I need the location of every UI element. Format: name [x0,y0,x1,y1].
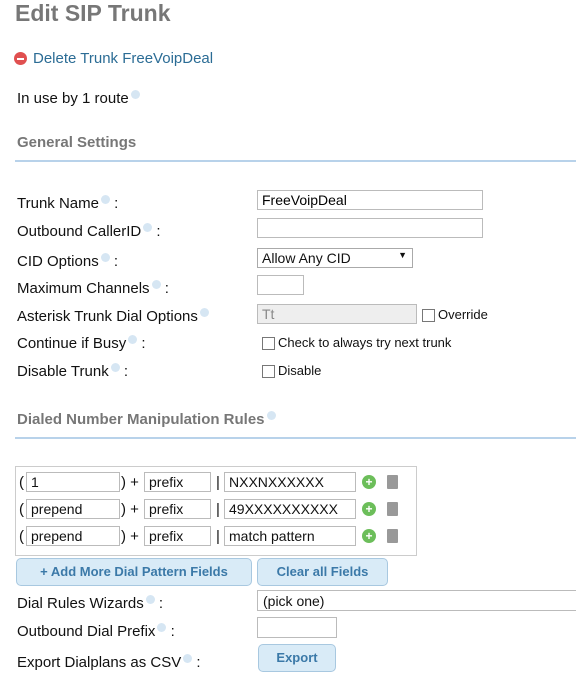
export-label: Export Dialplans as CSV : [17,654,201,671]
continue-busy-checkbox[interactable]: Check to always try next trunk [262,335,451,351]
pipe-separator: | [216,501,220,518]
help-icon[interactable] [100,195,110,204]
prepend-input[interactable]: prepend [26,499,120,519]
plus-separator: ) + [121,474,139,491]
disable-trunk-checkbox[interactable]: Disable [262,363,321,379]
match-pattern-input[interactable]: 49XXXXXXXXXX [224,499,356,519]
delete-trunk-link[interactable]: Delete Trunk FreeVoipDeal [14,50,213,67]
trash-icon[interactable] [387,502,398,516]
callerid-label: Outbound CallerID : [17,223,161,240]
export-button[interactable]: Export [258,644,336,672]
trunk-name-label: Trunk Name : [17,195,119,212]
delete-icon [14,52,27,65]
prefix-input[interactable]: prefix [144,472,211,492]
continue-busy-label: Continue if Busy : [17,335,146,352]
help-icon[interactable] [183,654,193,663]
override-checkbox[interactable]: Override [422,307,488,323]
match-pattern-input[interactable]: NXXNXXXXXX [224,472,356,492]
paren-open: ( [19,528,24,545]
dial-options-label: Asterisk Trunk Dial Options [17,308,209,325]
help-icon[interactable] [128,335,138,344]
wizards-label: Dial Rules Wizards : [17,595,164,612]
help-icon[interactable] [145,595,155,604]
paren-open: ( [19,474,24,491]
rules-heading: Dialed Number Manipulation Rules [17,411,276,428]
cid-options-label: CID Options : [17,253,119,270]
plus-separator: ) + [121,501,139,518]
trash-icon[interactable] [387,529,398,543]
help-icon[interactable] [110,363,120,372]
wizards-select[interactable]: (pick one) [257,590,576,611]
add-row-icon[interactable]: + [362,475,376,489]
plus-separator: ) + [121,528,139,545]
divider [15,160,576,162]
max-channels-input[interactable] [257,275,304,295]
dial-options-input[interactable] [257,304,417,324]
cid-options-select[interactable]: Allow Any CID ▼ [257,248,413,268]
max-channels-label: Maximum Channels : [17,280,169,297]
help-icon[interactable] [266,411,276,420]
dial-prefix-label: Outbound Dial Prefix : [17,623,175,640]
divider [15,437,576,439]
in-use-label: In use by 1 route [17,90,129,107]
prefix-input[interactable]: prefix [144,499,211,519]
trash-icon[interactable] [387,475,398,489]
prepend-input[interactable]: 1 [26,472,120,492]
add-dial-pattern-button[interactable]: + Add More Dial Pattern Fields [16,558,252,586]
help-icon[interactable] [157,623,167,632]
pipe-separator: | [216,528,220,545]
prepend-input[interactable]: prepend [26,526,120,546]
prefix-input[interactable]: prefix [144,526,211,546]
add-row-icon[interactable]: + [362,502,376,516]
disable-trunk-label: Disable Trunk : [17,363,129,380]
add-row-icon[interactable]: + [362,529,376,543]
trunk-name-input[interactable] [257,190,483,210]
pipe-separator: | [216,474,220,491]
general-settings-heading: General Settings [17,134,137,151]
page-title: Edit SIP Trunk [15,0,171,26]
dial-prefix-input[interactable] [257,617,337,638]
callerid-input[interactable] [257,218,483,238]
help-icon[interactable] [151,280,161,289]
paren-open: ( [19,501,24,518]
help-icon[interactable] [130,90,140,99]
help-icon[interactable] [143,223,153,232]
chevron-down-icon: ▼ [398,250,407,260]
in-use-text: In use by 1 route [17,90,140,107]
clear-fields-button[interactable]: Clear all Fields [257,558,388,586]
match-pattern-input[interactable]: match pattern [224,526,356,546]
help-icon[interactable] [199,308,209,317]
help-icon[interactable] [100,253,110,262]
delete-link-text: Delete Trunk FreeVoipDeal [33,50,214,67]
